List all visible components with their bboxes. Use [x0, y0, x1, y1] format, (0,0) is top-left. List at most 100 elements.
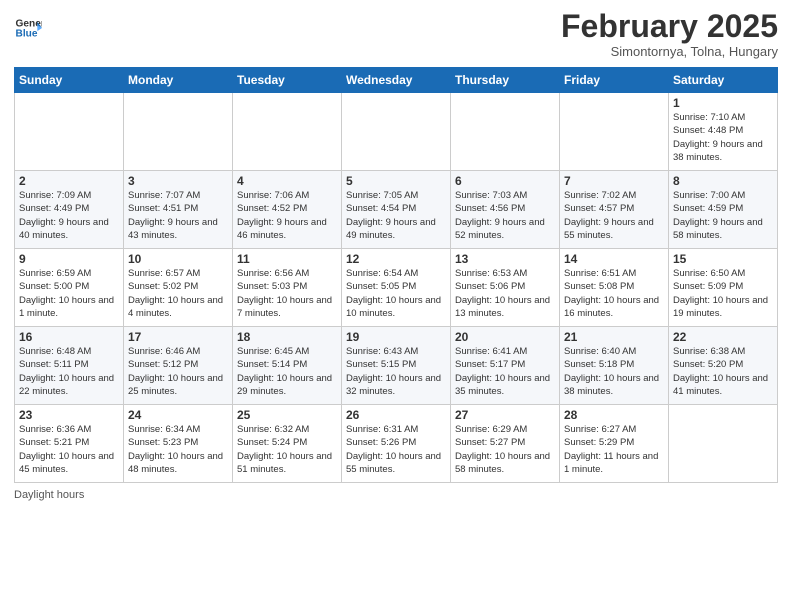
footer: Daylight hours [14, 489, 778, 501]
day-info: Sunrise: 6:32 AM Sunset: 5:24 PM Dayligh… [237, 423, 337, 476]
day-info: Sunrise: 6:53 AM Sunset: 5:06 PM Dayligh… [455, 267, 555, 320]
day-info: Sunrise: 6:38 AM Sunset: 5:20 PM Dayligh… [673, 345, 773, 398]
day-number: 18 [237, 330, 337, 344]
calendar-cell: 21Sunrise: 6:40 AM Sunset: 5:18 PM Dayli… [560, 327, 669, 405]
calendar-cell: 8Sunrise: 7:00 AM Sunset: 4:59 PM Daylig… [669, 171, 778, 249]
week-row-4: 16Sunrise: 6:48 AM Sunset: 5:11 PM Dayli… [15, 327, 778, 405]
day-info: Sunrise: 6:59 AM Sunset: 5:00 PM Dayligh… [19, 267, 119, 320]
day-info: Sunrise: 6:41 AM Sunset: 5:17 PM Dayligh… [455, 345, 555, 398]
calendar-cell: 10Sunrise: 6:57 AM Sunset: 5:02 PM Dayli… [124, 249, 233, 327]
calendar-cell: 26Sunrise: 6:31 AM Sunset: 5:26 PM Dayli… [342, 405, 451, 483]
calendar-cell [233, 93, 342, 171]
day-number: 7 [564, 174, 664, 188]
day-number: 12 [346, 252, 446, 266]
day-info: Sunrise: 7:00 AM Sunset: 4:59 PM Dayligh… [673, 189, 773, 242]
day-number: 3 [128, 174, 228, 188]
day-info: Sunrise: 7:03 AM Sunset: 4:56 PM Dayligh… [455, 189, 555, 242]
calendar-cell: 16Sunrise: 6:48 AM Sunset: 5:11 PM Dayli… [15, 327, 124, 405]
day-number: 11 [237, 252, 337, 266]
day-info: Sunrise: 6:50 AM Sunset: 5:09 PM Dayligh… [673, 267, 773, 320]
logo-icon: General Blue [14, 14, 42, 42]
header: General Blue February 2025 Simontornya, … [14, 10, 778, 59]
day-number: 21 [564, 330, 664, 344]
day-number: 26 [346, 408, 446, 422]
month-title: February 2025 [561, 10, 778, 42]
day-info: Sunrise: 6:54 AM Sunset: 5:05 PM Dayligh… [346, 267, 446, 320]
day-info: Sunrise: 6:48 AM Sunset: 5:11 PM Dayligh… [19, 345, 119, 398]
week-row-1: 1Sunrise: 7:10 AM Sunset: 4:48 PM Daylig… [15, 93, 778, 171]
day-info: Sunrise: 7:02 AM Sunset: 4:57 PM Dayligh… [564, 189, 664, 242]
day-number: 13 [455, 252, 555, 266]
weekday-header-monday: Monday [124, 68, 233, 93]
day-number: 24 [128, 408, 228, 422]
calendar-cell: 17Sunrise: 6:46 AM Sunset: 5:12 PM Dayli… [124, 327, 233, 405]
calendar-cell: 14Sunrise: 6:51 AM Sunset: 5:08 PM Dayli… [560, 249, 669, 327]
calendar-cell: 20Sunrise: 6:41 AM Sunset: 5:17 PM Dayli… [451, 327, 560, 405]
weekday-header-thursday: Thursday [451, 68, 560, 93]
day-info: Sunrise: 7:07 AM Sunset: 4:51 PM Dayligh… [128, 189, 228, 242]
day-info: Sunrise: 7:10 AM Sunset: 4:48 PM Dayligh… [673, 111, 773, 164]
day-info: Sunrise: 6:57 AM Sunset: 5:02 PM Dayligh… [128, 267, 228, 320]
weekday-header-tuesday: Tuesday [233, 68, 342, 93]
calendar-cell: 19Sunrise: 6:43 AM Sunset: 5:15 PM Dayli… [342, 327, 451, 405]
weekday-header-friday: Friday [560, 68, 669, 93]
day-number: 23 [19, 408, 119, 422]
calendar-cell: 18Sunrise: 6:45 AM Sunset: 5:14 PM Dayli… [233, 327, 342, 405]
calendar-cell: 1Sunrise: 7:10 AM Sunset: 4:48 PM Daylig… [669, 93, 778, 171]
page: General Blue February 2025 Simontornya, … [0, 0, 792, 612]
day-info: Sunrise: 6:51 AM Sunset: 5:08 PM Dayligh… [564, 267, 664, 320]
day-number: 22 [673, 330, 773, 344]
day-number: 2 [19, 174, 119, 188]
calendar-cell [560, 93, 669, 171]
day-number: 6 [455, 174, 555, 188]
day-info: Sunrise: 7:05 AM Sunset: 4:54 PM Dayligh… [346, 189, 446, 242]
calendar-cell: 25Sunrise: 6:32 AM Sunset: 5:24 PM Dayli… [233, 405, 342, 483]
logo: General Blue [14, 14, 42, 42]
day-number: 9 [19, 252, 119, 266]
calendar-cell [342, 93, 451, 171]
calendar-cell: 23Sunrise: 6:36 AM Sunset: 5:21 PM Dayli… [15, 405, 124, 483]
calendar-cell: 9Sunrise: 6:59 AM Sunset: 5:00 PM Daylig… [15, 249, 124, 327]
calendar-cell: 22Sunrise: 6:38 AM Sunset: 5:20 PM Dayli… [669, 327, 778, 405]
calendar-table: SundayMondayTuesdayWednesdayThursdayFrid… [14, 67, 778, 483]
day-number: 4 [237, 174, 337, 188]
day-info: Sunrise: 6:34 AM Sunset: 5:23 PM Dayligh… [128, 423, 228, 476]
calendar-cell: 6Sunrise: 7:03 AM Sunset: 4:56 PM Daylig… [451, 171, 560, 249]
day-info: Sunrise: 6:56 AM Sunset: 5:03 PM Dayligh… [237, 267, 337, 320]
calendar-cell: 4Sunrise: 7:06 AM Sunset: 4:52 PM Daylig… [233, 171, 342, 249]
day-info: Sunrise: 6:27 AM Sunset: 5:29 PM Dayligh… [564, 423, 664, 476]
day-info: Sunrise: 6:31 AM Sunset: 5:26 PM Dayligh… [346, 423, 446, 476]
calendar-cell [15, 93, 124, 171]
day-number: 14 [564, 252, 664, 266]
calendar-cell: 5Sunrise: 7:05 AM Sunset: 4:54 PM Daylig… [342, 171, 451, 249]
calendar-cell [451, 93, 560, 171]
calendar-cell: 24Sunrise: 6:34 AM Sunset: 5:23 PM Dayli… [124, 405, 233, 483]
calendar-cell [669, 405, 778, 483]
day-info: Sunrise: 7:09 AM Sunset: 4:49 PM Dayligh… [19, 189, 119, 242]
calendar-cell: 3Sunrise: 7:07 AM Sunset: 4:51 PM Daylig… [124, 171, 233, 249]
daylight-label: Daylight hours [14, 489, 84, 501]
day-info: Sunrise: 6:46 AM Sunset: 5:12 PM Dayligh… [128, 345, 228, 398]
day-number: 15 [673, 252, 773, 266]
weekday-header-wednesday: Wednesday [342, 68, 451, 93]
day-number: 27 [455, 408, 555, 422]
day-number: 19 [346, 330, 446, 344]
day-info: Sunrise: 6:43 AM Sunset: 5:15 PM Dayligh… [346, 345, 446, 398]
week-row-3: 9Sunrise: 6:59 AM Sunset: 5:00 PM Daylig… [15, 249, 778, 327]
svg-text:Blue: Blue [16, 29, 38, 40]
day-number: 20 [455, 330, 555, 344]
day-info: Sunrise: 6:29 AM Sunset: 5:27 PM Dayligh… [455, 423, 555, 476]
calendar-cell: 13Sunrise: 6:53 AM Sunset: 5:06 PM Dayli… [451, 249, 560, 327]
day-info: Sunrise: 6:40 AM Sunset: 5:18 PM Dayligh… [564, 345, 664, 398]
day-number: 1 [673, 96, 773, 110]
day-number: 17 [128, 330, 228, 344]
day-number: 28 [564, 408, 664, 422]
calendar-cell: 2Sunrise: 7:09 AM Sunset: 4:49 PM Daylig… [15, 171, 124, 249]
calendar-cell: 12Sunrise: 6:54 AM Sunset: 5:05 PM Dayli… [342, 249, 451, 327]
day-info: Sunrise: 6:36 AM Sunset: 5:21 PM Dayligh… [19, 423, 119, 476]
day-number: 5 [346, 174, 446, 188]
calendar-cell: 28Sunrise: 6:27 AM Sunset: 5:29 PM Dayli… [560, 405, 669, 483]
day-number: 10 [128, 252, 228, 266]
calendar-cell [124, 93, 233, 171]
calendar-cell: 15Sunrise: 6:50 AM Sunset: 5:09 PM Dayli… [669, 249, 778, 327]
